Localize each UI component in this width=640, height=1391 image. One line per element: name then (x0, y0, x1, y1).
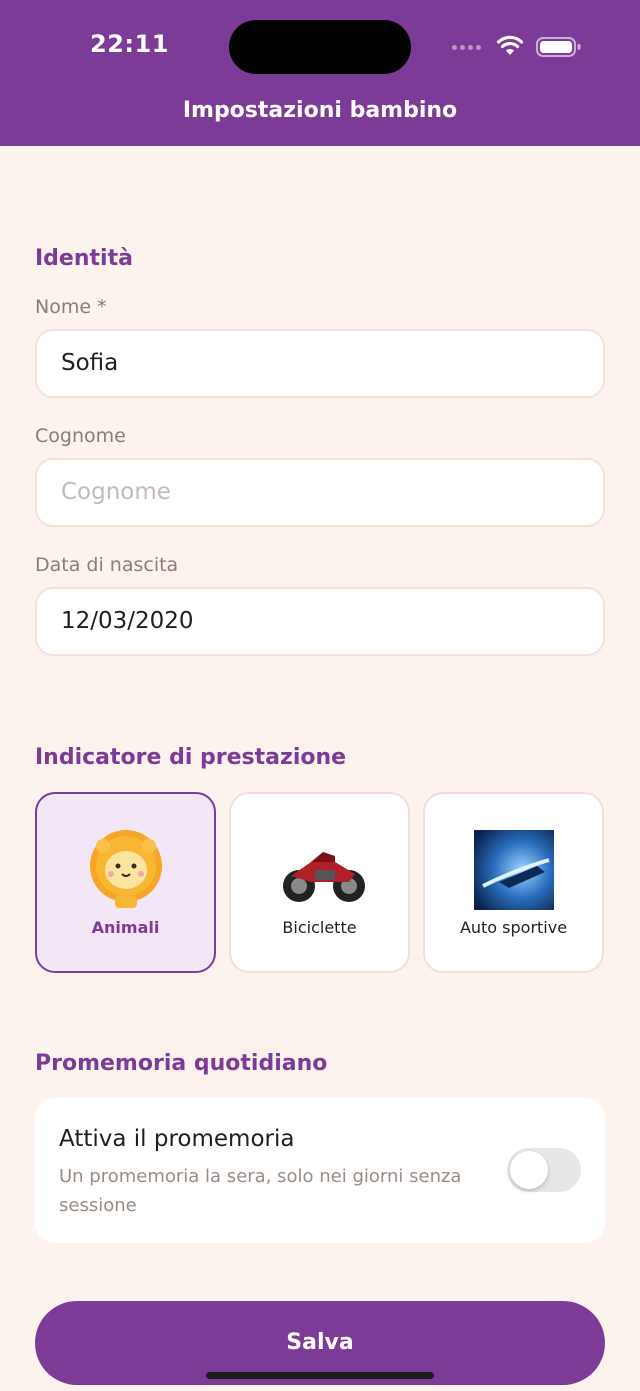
identity-section-title: Identità (35, 246, 133, 271)
reminder-toggle[interactable] (507, 1148, 581, 1192)
indicator-option-label: Animali (91, 918, 160, 937)
birthdate-label: Data di nascita (35, 554, 179, 576)
dynamic-island (229, 20, 411, 74)
surname-field[interactable]: Cognome (35, 458, 605, 527)
indicator-option-label: Auto sportive (459, 918, 568, 937)
page-title: Impostazioni bambino (182, 98, 458, 123)
indicator-option-bicycles[interactable]: Biciclette (229, 792, 410, 973)
lion-icon (90, 830, 162, 908)
reminder-card: Attiva il promemoria Un promemoria la se… (35, 1098, 605, 1243)
cellular-signal-icon (452, 43, 486, 51)
toggle-knob (510, 1151, 548, 1189)
home-indicator (206, 1372, 434, 1379)
indicator-option-sports-cars[interactable]: Auto sportive (423, 792, 604, 973)
reminder-title: Attiva il promemoria (59, 1126, 295, 1152)
surname-label: Cognome (35, 425, 126, 447)
motorbike-icon (283, 852, 365, 902)
wifi-icon (496, 35, 524, 55)
name-label: Nome * (35, 296, 107, 318)
indicator-section-title: Indicatore di prestazione (35, 745, 347, 770)
reminder-section-title: Promemoria quotidiano (35, 1051, 328, 1076)
name-field[interactable]: Sofia (35, 329, 605, 398)
sports-car-icon (474, 830, 554, 910)
indicator-option-animals[interactable]: Animali (35, 792, 216, 973)
status-time: 22:11 (90, 30, 169, 58)
indicator-option-label: Biciclette (282, 918, 357, 937)
birthdate-field[interactable]: 12/03/2020 (35, 587, 605, 656)
reminder-description: Un promemoria la sera, solo nei giorni s… (59, 1166, 462, 1216)
app-header: 22:11 Impostazioni bambino (0, 0, 640, 146)
battery-icon (536, 37, 581, 57)
